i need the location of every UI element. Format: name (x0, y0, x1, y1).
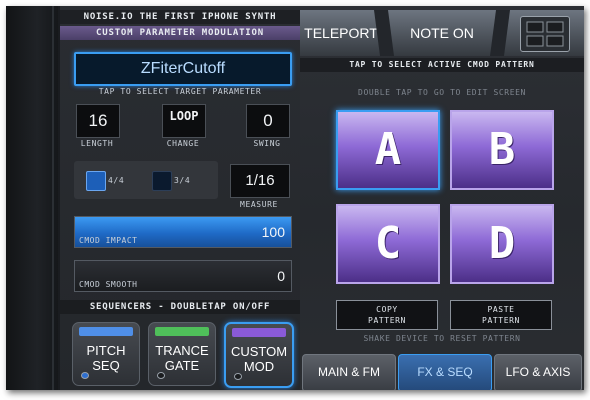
trance-gate-label-2: GATE (164, 358, 200, 373)
grid-menu-button[interactable] (520, 16, 570, 52)
time-sig-4-4-label: 4/4 (108, 176, 125, 185)
tab-fx-seq[interactable]: FX & SEQ (398, 354, 492, 390)
trance-gate-label-1: TRANCE (155, 343, 209, 358)
measure-value[interactable]: 1/16 (230, 164, 290, 198)
pattern-d-button[interactable]: D (450, 204, 554, 284)
pattern-c-button[interactable]: C (336, 204, 440, 284)
copy-label-1: COPY (376, 305, 398, 314)
change-value[interactable]: LOOP (162, 104, 206, 138)
cmod-impact-label: CMOD IMPACT (79, 236, 138, 245)
time-sig-4-4-checkbox[interactable] (86, 171, 106, 191)
notch-icon (374, 10, 394, 56)
tab-main-fm[interactable]: MAIN & FM (302, 354, 396, 390)
left-panel: NOISE.IO THE FIRST IPHONE SYNTH CUSTOM P… (60, 6, 300, 390)
trance-gate-button[interactable]: TRANCE GATE (148, 322, 216, 386)
paste-label-2: PATTERN (482, 316, 520, 325)
pitch-seq-label-1: PITCH (86, 343, 126, 358)
swing-value[interactable]: 0 (246, 104, 290, 138)
app-window: NOISE.IO THE FIRST IPHONE SYNTH CUSTOM P… (6, 6, 584, 390)
device-bezel (6, 6, 58, 390)
paste-pattern-button[interactable]: PASTE PATTERN (450, 300, 552, 330)
cmod-header: TAP TO SELECT ACTIVE CMOD PATTERN (300, 58, 584, 72)
sequencers-header: SEQUENCERS - DOUBLETAP ON/OFF (60, 300, 300, 314)
app-title: NOISE.IO THE FIRST IPHONE SYNTH (60, 10, 300, 24)
cmod-smooth-slider[interactable]: CMOD SMOOTH 0 (74, 260, 292, 292)
custom-mod-color-strip (232, 328, 286, 337)
pattern-d-label: D (488, 218, 516, 269)
pitch-seq-label-2: SEQ (92, 358, 120, 373)
trance-gate-led-icon (157, 372, 165, 379)
notch-icon-2 (490, 10, 510, 56)
target-caption: TAP TO SELECT TARGET PARAMETER (98, 87, 262, 96)
length-label: LENGTH (80, 139, 114, 148)
pitch-seq-button[interactable]: PITCH SEQ (72, 322, 140, 386)
tab-lfo-axis[interactable]: LFO & AXIS (494, 354, 582, 390)
pattern-b-label: B (488, 124, 516, 175)
length-value[interactable]: 16 (76, 104, 120, 138)
custom-mod-led-icon (234, 373, 242, 380)
note-on-button[interactable]: NOTE ON (394, 14, 490, 52)
section-header: CUSTOM PARAMETER MODULATION (60, 26, 300, 40)
cmod-hint: DOUBLE TAP TO GO TO EDIT SCREEN (358, 88, 526, 97)
custom-mod-label-1: CUSTOM (230, 344, 288, 359)
custom-mod-label-2: MOD (243, 359, 275, 374)
pattern-c-label: C (374, 218, 402, 269)
time-sig-3-4-label: 3/4 (174, 176, 191, 185)
cmod-impact-slider[interactable]: CMOD IMPACT 100 (74, 216, 292, 248)
target-parameter-field[interactable]: ZFiterCutoff (74, 52, 292, 86)
paste-label-1: PASTE (487, 305, 515, 314)
copy-label-2: PATTERN (368, 316, 406, 325)
grid-icon (526, 21, 564, 47)
pitch-seq-led-icon (81, 372, 89, 379)
pattern-a-label: A (374, 124, 402, 175)
right-panel: TELEPORT NOTE ON TAP TO SELECT ACTIVE CM… (300, 6, 584, 390)
measure-label: MEASURE (240, 200, 278, 209)
time-sig-3-4-checkbox[interactable] (152, 171, 172, 191)
pitch-seq-color-strip (79, 327, 133, 336)
shake-hint: SHAKE DEVICE TO RESET PATTERN (363, 334, 521, 343)
trance-gate-color-strip (155, 327, 209, 336)
cmod-smooth-label: CMOD SMOOTH (79, 280, 138, 289)
change-label: CHANGE (166, 139, 200, 148)
copy-pattern-button[interactable]: COPY PATTERN (336, 300, 438, 330)
custom-mod-button[interactable]: CUSTOM MOD (224, 322, 294, 388)
cmod-smooth-value: 0 (277, 268, 285, 284)
swing-label: SWING (253, 139, 281, 148)
pattern-b-button[interactable]: B (450, 110, 554, 190)
cmod-impact-value: 100 (261, 224, 285, 240)
pattern-a-button[interactable]: A (336, 110, 440, 190)
time-signature-group: 4/4 3/4 (74, 161, 218, 199)
teleport-button[interactable]: TELEPORT (304, 14, 378, 52)
